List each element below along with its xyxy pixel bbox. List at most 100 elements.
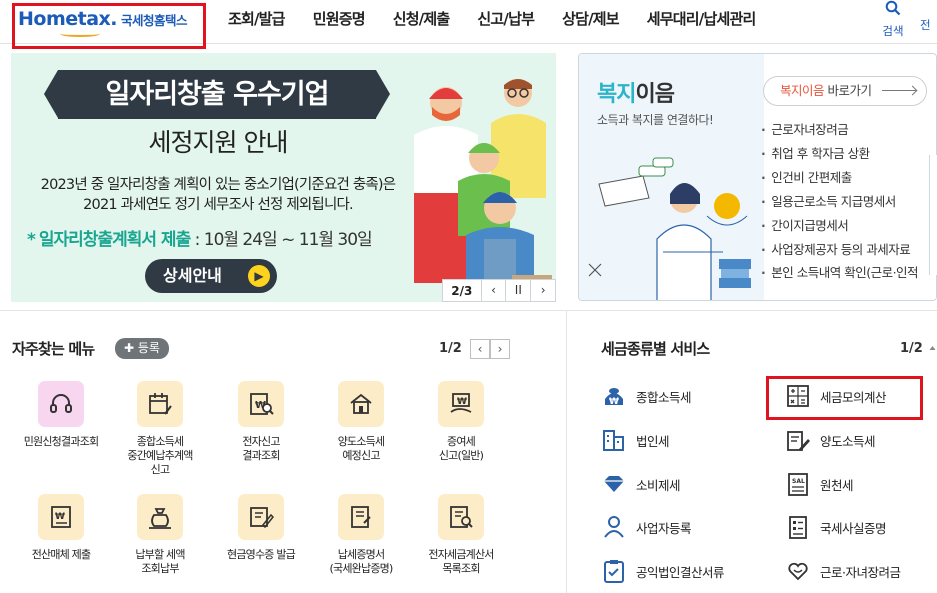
- search-icon: [885, 0, 901, 16]
- welfare-link[interactable]: 본인 소득내역 확인(근로·인적: [761, 261, 918, 285]
- frequent-item-label: 납세증명서 (국세완납증명): [329, 548, 394, 575]
- nav-item-application[interactable]: 신청/제출: [393, 8, 450, 29]
- welfare-link[interactable]: 근로자녀장려금: [761, 118, 918, 142]
- frequent-prev-button[interactable]: ‹: [470, 339, 490, 359]
- chevron-right-icon: ▶: [248, 265, 270, 287]
- clipboard-check-icon: [601, 558, 627, 584]
- all-menu-button[interactable]: 전: [920, 17, 931, 33]
- tax-service-withholding-tax[interactable]: SAL 원천세: [785, 470, 854, 498]
- person-icon: [601, 514, 627, 540]
- search-label: 검색: [882, 24, 904, 38]
- tax-service-consumption-tax[interactable]: 소비제세: [601, 470, 681, 498]
- frequent-item-label: 전자신고 결과조회: [242, 435, 280, 462]
- goto-label-rest: 바로가기: [824, 83, 872, 98]
- tax-service-label: 소비제세: [636, 477, 681, 493]
- house-icon: [338, 381, 384, 427]
- banner-pager: 2/3 ‹ II ›: [442, 279, 556, 302]
- tax-service-label: 공익법인결산서류: [636, 564, 725, 580]
- main-banner[interactable]: 일자리창출 우수기업 세정지원 안내 2023년 중 일자리창출 계획이 있는 …: [11, 53, 556, 302]
- money-bag-icon: [137, 494, 183, 540]
- tax-service-label: 원천세: [820, 477, 854, 493]
- tax-services-title: 세금종류별 서비스: [601, 340, 710, 358]
- welfare-link[interactable]: 일용근로소득 지급명세서: [761, 190, 918, 214]
- tax-service-label: 양도소득세: [820, 433, 876, 449]
- frequent-item-transfer-tax[interactable]: 양도소득세 예정신고: [311, 381, 411, 463]
- tax-service-label: 근로·자녀장려금: [820, 564, 901, 580]
- svg-text:SAL: SAL: [792, 478, 805, 485]
- welfare-link[interactable]: 인건비 간편제출: [761, 166, 918, 190]
- banner-pause-button[interactable]: II: [505, 280, 530, 301]
- nav-item-inquiry[interactable]: 조회/발급: [228, 8, 285, 29]
- side-quick-tab[interactable]: [929, 155, 937, 275]
- tax-service-label: 사업자등록: [636, 520, 692, 536]
- promo-title-part2: 이음: [635, 82, 674, 107]
- document-list-icon: [785, 514, 811, 540]
- banner-next-button[interactable]: ›: [530, 280, 555, 301]
- won-search-icon: ₩: [238, 381, 284, 427]
- banner-title: 일자리창출 우수기업: [44, 70, 390, 119]
- tax-service-transfer-income-tax[interactable]: 양도소득세: [785, 426, 876, 454]
- frequent-item-income-interim[interactable]: 종합소득세 중간예납추계액 신고: [110, 381, 210, 477]
- receipt-pen-icon: [238, 494, 284, 540]
- tax-service-public-corp-settlement[interactable]: 공익법인결산서류: [601, 557, 725, 585]
- banner-highlight-label: 일자리창출계획서 제출: [38, 230, 191, 250]
- arrow-right-icon: [882, 90, 916, 91]
- tax-service-fact-certificate[interactable]: 국세사실증명: [785, 513, 887, 541]
- tax-service-corporate-tax[interactable]: 법인세: [601, 426, 670, 454]
- search-button[interactable]: 검색: [878, 0, 908, 39]
- frequent-register-button[interactable]: ✚ 등록: [115, 338, 169, 359]
- tax-service-work-child-incentive[interactable]: 근로·자녀장려금: [785, 557, 901, 585]
- nav-item-filing-payment[interactable]: 신고/납부: [477, 8, 534, 29]
- document-pen-icon: [785, 427, 811, 453]
- welfare-illustration: [588, 157, 751, 300]
- frequent-item-einvoice-list[interactable]: 전자세금계산서 목록조회: [411, 494, 511, 576]
- won-money-icon: ₩: [601, 383, 627, 409]
- heart-hand-icon: [785, 558, 811, 584]
- frequent-item-label: 현금영수증 발급: [227, 548, 296, 561]
- frequent-item-efiling-result[interactable]: ₩ 전자신고 결과조회: [211, 381, 311, 463]
- document-won-icon: ₩: [38, 494, 84, 540]
- frequent-item-media-submit[interactable]: ₩ 전산매체 제출: [11, 494, 111, 562]
- nav-item-tax-agent[interactable]: 세무대리/납세관리: [647, 8, 756, 29]
- frequent-item-complaint-result[interactable]: 민원신청결과조회: [11, 381, 111, 449]
- frequent-item-label: 전산매체 제출: [31, 548, 91, 561]
- nav-item-consult-report[interactable]: 상담/제보: [562, 8, 619, 29]
- frequent-item-label: 납부할 세액 조회납부: [135, 548, 185, 575]
- svg-text:₩: ₩: [609, 397, 619, 407]
- section-divider-horizontal: [0, 310, 937, 311]
- tax-service-business-registration[interactable]: 사업자등록: [601, 513, 692, 541]
- promo-title: 복지이음: [597, 76, 675, 108]
- frequent-item-label: 민원신청결과조회: [23, 435, 99, 448]
- welfare-link[interactable]: 간이지급명세서: [761, 214, 918, 238]
- salary-document-icon: SAL: [785, 471, 811, 497]
- headset-icon: [38, 381, 84, 427]
- building-icon: [601, 427, 627, 453]
- tax-services-page-indicator: 1/2: [900, 341, 923, 356]
- page-scrollbar[interactable]: [928, 340, 937, 593]
- frequent-item-cash-receipt[interactable]: 현금영수증 발급: [211, 494, 311, 562]
- frequent-item-tax-certificate[interactable]: 납세증명서 (국세완납증명): [311, 494, 411, 576]
- promo-subtitle: 소득과 복지를 연결하다!: [597, 113, 714, 127]
- goto-label-emphasis: 복지이음: [780, 83, 825, 98]
- tax-service-label: 법인세: [636, 433, 670, 449]
- welfare-goto-button[interactable]: 복지이음 바로가기: [763, 76, 927, 106]
- frequent-item-tax-payment[interactable]: 납부할 세액 조회납부: [110, 494, 210, 576]
- welfare-link[interactable]: 사업장제공자 등의 과세자료: [761, 238, 918, 262]
- frequent-next-button[interactable]: ›: [490, 339, 510, 359]
- frequent-item-gift-tax[interactable]: ₩ 증여세 신고(일반): [411, 381, 511, 463]
- banner-detail-button[interactable]: 상세안내 ▶: [145, 259, 277, 293]
- banner-highlight-period: : 10월 24일 ~ 11월 30일: [190, 230, 373, 250]
- logo-highlight-box: [12, 3, 206, 49]
- nav-item-certificates[interactable]: 민원증명: [313, 8, 366, 29]
- promo-title-part1: 복지: [597, 82, 636, 107]
- frequent-item-label: 증여세 신고(일반): [438, 435, 484, 462]
- calendar-edit-icon: [137, 381, 183, 427]
- main-navigation: 조회/발급 민원증명 신청/제출 신고/납부 상담/제보 세무대리/납세관리: [228, 8, 756, 29]
- tax-service-income-tax[interactable]: ₩ 종합소득세: [601, 382, 692, 410]
- banner-highlight: * 일자리창출계획서 제출 : 10월 24일 ~ 11월 30일: [27, 225, 373, 250]
- welfare-link-list: 근로자녀장려금 취업 후 학자금 상환 인건비 간편제출 일용근로소득 지급명세…: [761, 118, 918, 285]
- frequent-item-label: 전자세금계산서 목록조회: [428, 548, 494, 575]
- banner-prev-button[interactable]: ‹: [480, 280, 506, 301]
- welfare-link[interactable]: 취업 후 학자금 상환: [761, 142, 918, 166]
- tax-service-label: 국세사실증명: [820, 520, 887, 536]
